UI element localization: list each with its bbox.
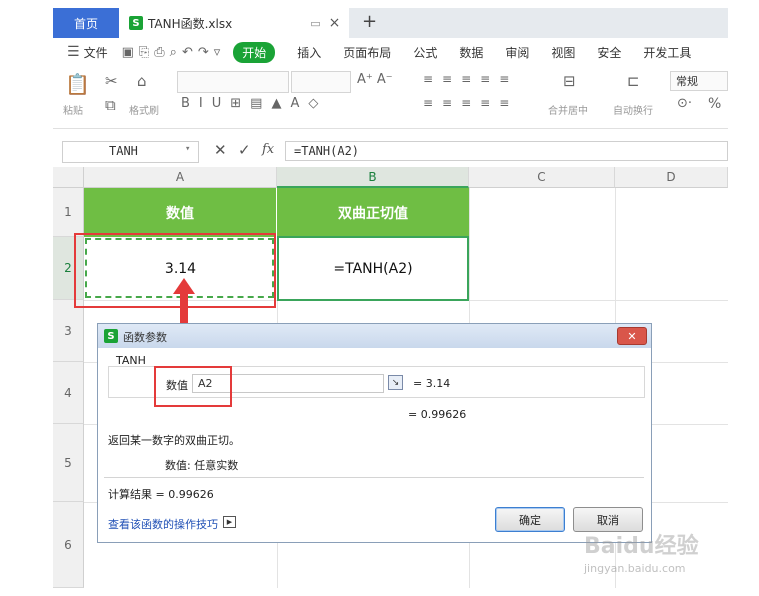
menu-data[interactable]: 数据 [459,44,483,61]
select-all-corner[interactable] [53,167,84,188]
merge-center-label: 合并居中 [548,106,588,117]
parameter-help: 数值: 任意实数 [165,459,239,472]
menu-page-layout[interactable]: 页面布局 [343,44,391,61]
col-header-c[interactable]: C [469,167,615,188]
wrap-text-label: 自动换行 [613,106,653,117]
tab-file[interactable]: S TANH函数.xlsx ▭ × [119,8,349,38]
font-grow-icon[interactable]: A⁺ A⁻ [357,72,393,87]
col-header-d[interactable]: D [615,167,728,188]
dialog-divider [104,477,644,478]
chevron-down-icon[interactable]: ▾ [185,144,190,154]
window-icon[interactable]: ▭ [310,17,320,30]
close-tab-icon[interactable]: × [329,15,341,31]
dialog-titlebar: S 函数参数 ✕ [98,324,651,348]
row-header-3[interactable]: 3 [53,300,84,362]
name-box-value: TANH [109,144,138,158]
number-format-select[interactable]: 常规 [670,71,728,91]
merge-center-icon[interactable]: ⊟ [563,72,576,90]
new-tab-button[interactable]: + [362,11,377,32]
function-description: 返回某一数字的双曲正切。 [108,434,240,447]
confirm-icon[interactable]: ✓ [238,141,251,159]
tab-file-label: TANH函数.xlsx [148,16,233,31]
fx-icon[interactable]: fx [262,142,274,157]
function-result: = 0.99626 [408,408,467,421]
menu-file[interactable]: 文件 [84,44,108,61]
menu-formulas[interactable]: 公式 [413,44,437,61]
font-style-icons[interactable]: BIU⊞▤▲A◇ [181,96,327,111]
row-header-4[interactable]: 4 [53,362,84,424]
col-header-a[interactable]: A [84,167,277,188]
dialog-title: 函数参数 [123,331,167,344]
format-painter-label: 格式刷 [129,106,159,117]
wps-sheet-icon: S [129,16,143,30]
cell-b2[interactable]: =TANH(A2) [277,236,469,301]
col-header-b[interactable]: B [277,167,469,188]
video-icon[interactable]: ▶ [223,516,236,528]
copy-icon[interactable]: ⧉ [105,96,116,114]
align-top-icons[interactable]: ≡≡≡≡≡ [423,72,518,86]
ok-button[interactable]: 确定 [495,507,565,532]
cancel-icon[interactable]: ✕ [214,141,227,159]
row-header-6[interactable]: 6 [53,502,84,588]
tab-home[interactable]: 首页 [53,8,119,38]
wps-sheet-icon: S [104,329,118,343]
menu-review[interactable]: 审阅 [505,44,529,61]
menu-security[interactable]: 安全 [597,44,621,61]
font-name-select[interactable] [177,71,289,93]
help-link[interactable]: 查看该函数的操作技巧 [108,516,218,532]
ribbon: 📋 粘贴 ✂ ⧉ ⌂ 格式刷 A⁺ A⁻ BIU⊞▤▲A◇ ≡≡≡≡≡ ≡≡≡≡… [53,66,728,129]
currency-icon[interactable]: ⊙· [677,96,692,111]
formula-input[interactable]: =TANH(A2) [285,141,728,161]
dialog-close-button[interactable]: ✕ [617,327,647,345]
align-bottom-icons[interactable]: ≡≡≡≡≡ [423,96,518,110]
quick-access-icons[interactable]: ▣⎘⎙⌕↶↷▿ [122,45,226,60]
menu-view[interactable]: 视图 [551,44,575,61]
percent-button[interactable]: % [708,96,721,112]
cut-icon[interactable]: ✂ [105,72,118,90]
argument-result: = 3.14 [413,377,451,390]
font-size-select[interactable] [291,71,351,93]
menu-developer[interactable]: 开发工具 [643,44,691,61]
row-header-5[interactable]: 5 [53,424,84,502]
argument-highlight-box [154,366,232,407]
cell-b1[interactable]: 双曲正切值 [277,188,469,237]
wrap-text-icon[interactable]: ⊏ [627,72,640,90]
name-box[interactable]: TANH ▾ [62,141,199,163]
cell-a1[interactable]: 数值 [84,188,277,237]
menu-start[interactable]: 开始 [233,41,276,63]
hamburger-icon[interactable]: ☰ [67,44,80,60]
row-header-1[interactable]: 1 [53,188,84,237]
menu-row: ☰ 文件 ▣⎘⎙⌕↶↷▿ 开始 插入 页面布局 公式 数据 审阅 视图 安全 开… [53,38,728,66]
menu-insert[interactable]: 插入 [297,44,321,61]
calculation-result: 计算结果 = 0.99626 [108,488,214,501]
watermark-url: jingyan.baidu.com [584,562,686,575]
paste-label: 粘贴 [63,106,83,117]
collapse-dialog-icon[interactable]: ↘ [388,375,403,390]
format-painter-icon[interactable]: ⌂ [137,72,147,90]
baidu-watermark: Baidu经验 [584,534,699,559]
paste-icon[interactable]: 📋 [65,72,90,96]
